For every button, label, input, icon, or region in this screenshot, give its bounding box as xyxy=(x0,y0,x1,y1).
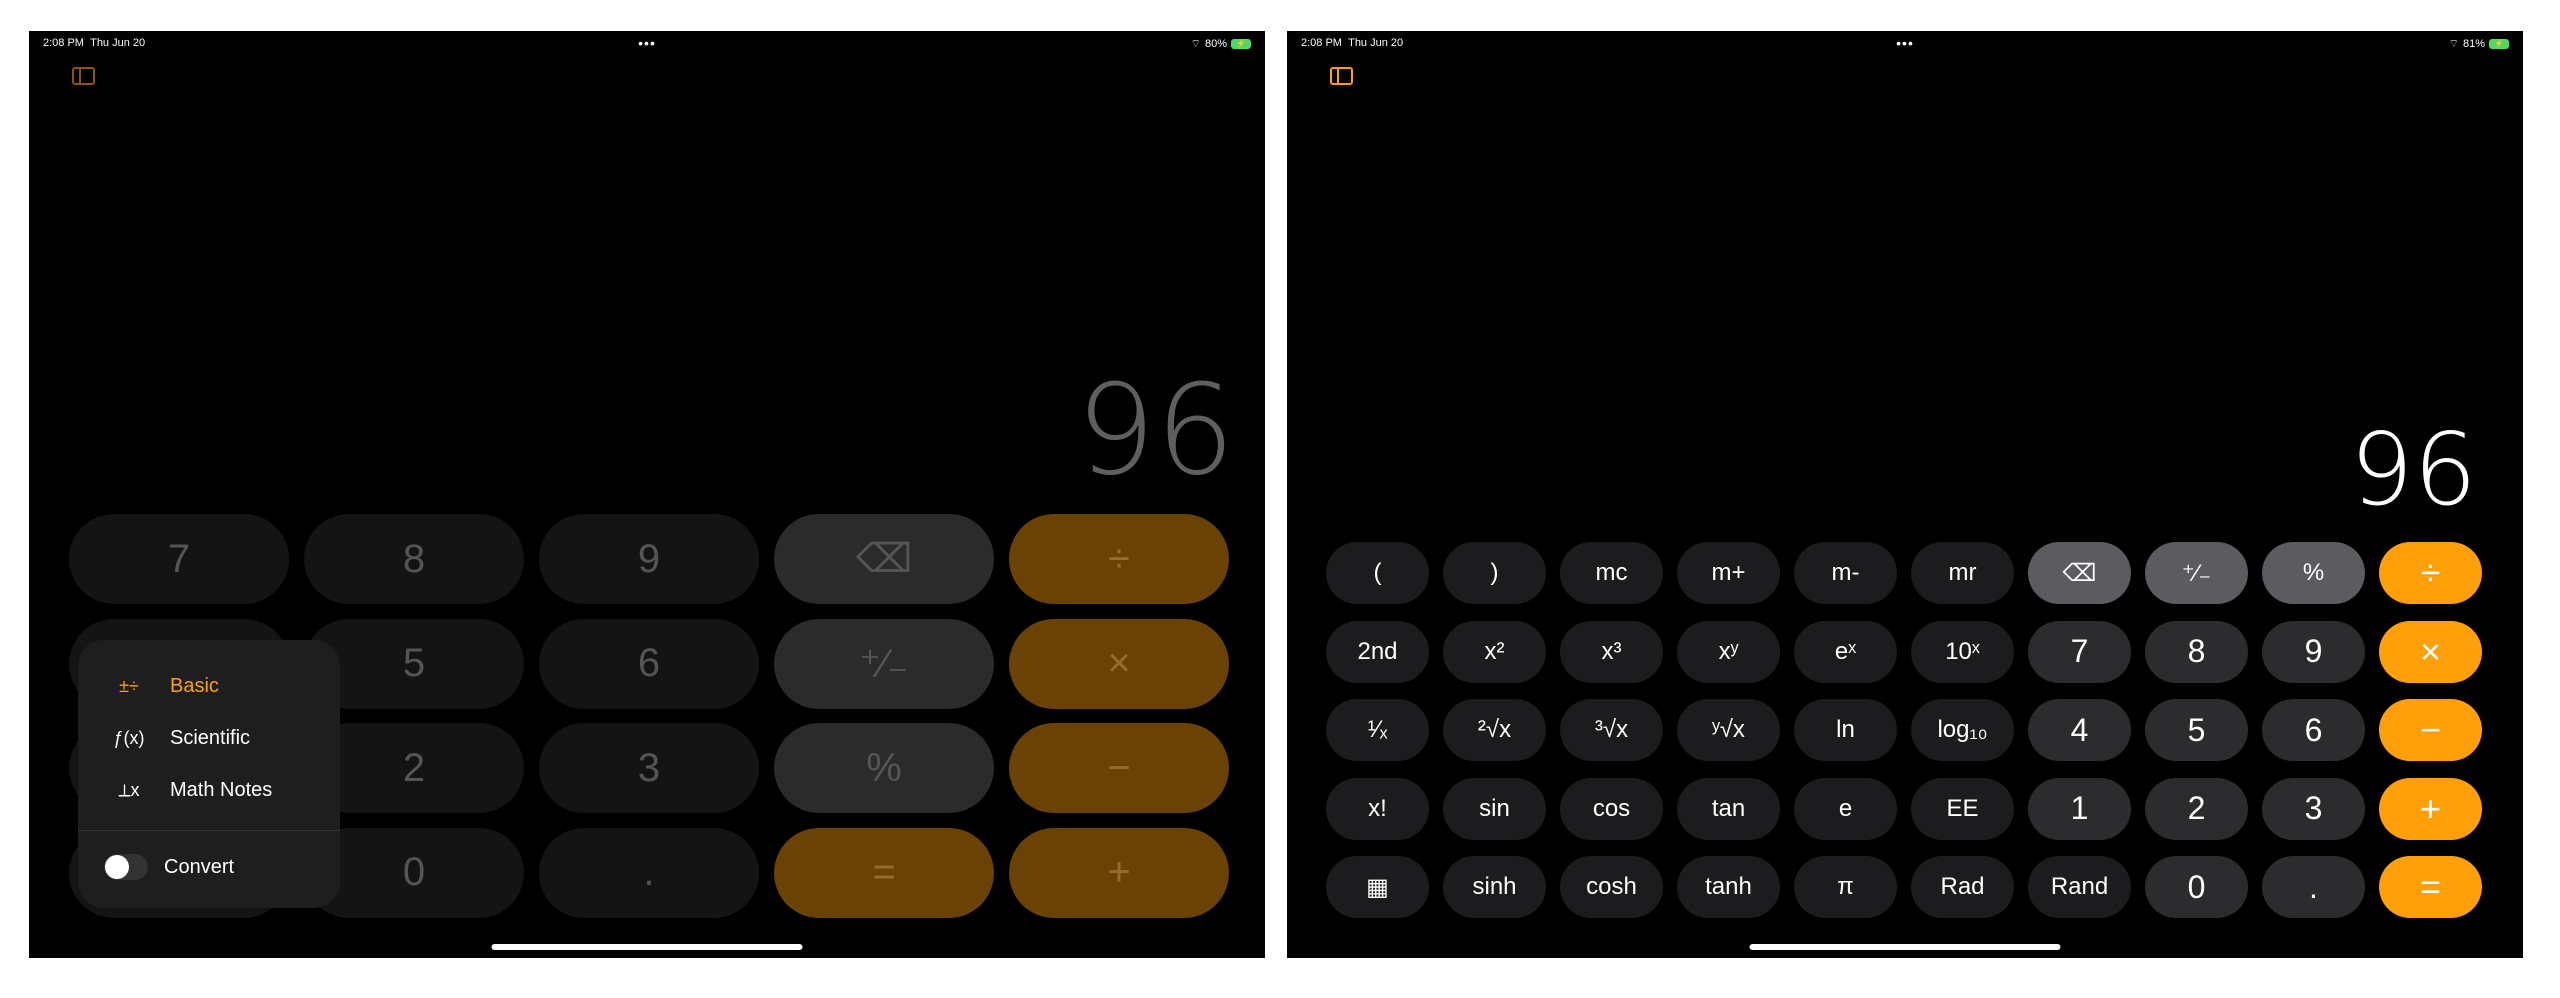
status-time: 2:08 PM Thu Jun 20 xyxy=(43,37,146,49)
key-.[interactable]: . xyxy=(2262,856,2365,918)
key-9[interactable]: 9 xyxy=(2262,620,2365,683)
key-=[interactable]: = xyxy=(2379,856,2482,918)
sidebar-toggle-icon[interactable] xyxy=(72,67,95,85)
key-ʸ√x[interactable]: ʸ√x xyxy=(1677,699,1780,761)
basic-calculator-screen: 2:08 PM Thu Jun 20 ••• ⌔ 80% ⚡ 96 7 8 9 ⌫ ÷ 5 6 ⁺… xyxy=(29,31,1265,958)
calculator-display: 96 xyxy=(2349,411,2477,528)
key-.[interactable]: . xyxy=(539,827,759,918)
key-7[interactable]: 7 xyxy=(69,514,289,604)
wifi-icon: ⌔ xyxy=(1190,38,1201,50)
key-+[interactable]: + xyxy=(2379,777,2482,840)
multiply-button[interactable]: × xyxy=(1009,618,1229,709)
key-9[interactable]: 9 xyxy=(539,514,759,604)
status-time: 2:08 PM Thu Jun 20 xyxy=(1301,37,1404,49)
key-eˣ[interactable]: eˣ xyxy=(1794,620,1897,683)
key-%[interactable]: % xyxy=(2262,542,2365,604)
key-²√x[interactable]: ²√x xyxy=(1443,699,1546,761)
key-8[interactable]: 8 xyxy=(304,514,524,604)
menu-divider xyxy=(78,830,340,831)
calculator-display: 96 xyxy=(1075,358,1235,503)
key-¹∕ₓ[interactable]: ¹∕ₓ xyxy=(1326,699,1429,761)
minus-button[interactable]: − xyxy=(1009,723,1229,813)
key-sin[interactable]: sin xyxy=(1443,777,1546,840)
key-−[interactable]: − xyxy=(2379,699,2482,761)
calculator-mode-icon[interactable]: ▦ xyxy=(1326,856,1429,918)
key-10ˣ[interactable]: 10ˣ xyxy=(1911,620,2014,683)
key-÷[interactable]: ÷ xyxy=(2379,542,2482,604)
key-m-[interactable]: m- xyxy=(1794,542,1897,604)
key-m+[interactable]: m+ xyxy=(1677,542,1780,604)
basic-operators-icon: ±÷ xyxy=(119,675,139,696)
percent-button[interactable]: % xyxy=(774,723,994,813)
sidebar-toggle-icon[interactable] xyxy=(1330,67,1353,85)
key-log₁₀[interactable]: log₁₀ xyxy=(1911,699,2014,761)
equals-button[interactable]: = xyxy=(774,827,994,918)
key-8[interactable]: 8 xyxy=(2145,620,2248,683)
calculator-mode-menu: ±÷ Basic ƒ(x) Scientific ⟂x Math Notes Conver… xyxy=(78,640,340,908)
key-Rad[interactable]: Rad xyxy=(1911,856,2014,918)
key-EE[interactable]: EE xyxy=(1911,777,2014,840)
key-e[interactable]: e xyxy=(1794,777,1897,840)
plus-button[interactable]: + xyxy=(1009,827,1229,918)
wifi-icon: ⌔ xyxy=(2448,38,2459,50)
key-)[interactable]: ) xyxy=(1443,542,1546,604)
key-2nd[interactable]: 2nd xyxy=(1326,620,1429,683)
menu-item-label: Math Notes xyxy=(170,778,273,801)
key-5[interactable]: 5 xyxy=(2145,699,2248,761)
convert-toggle-row[interactable]: Convert xyxy=(78,843,340,891)
battery-percent: 81% xyxy=(2462,38,2485,50)
convert-toggle[interactable] xyxy=(104,854,148,880)
plus-minus-button[interactable]: ⁺∕₋ xyxy=(774,618,994,709)
key-x²[interactable]: x² xyxy=(1443,620,1546,683)
key-⁺∕₋[interactable]: ⁺∕₋ xyxy=(2145,542,2248,604)
key-mc[interactable]: mc xyxy=(1560,542,1663,604)
key-tanh[interactable]: tanh xyxy=(1677,856,1780,918)
key-6[interactable]: 6 xyxy=(2262,699,2365,761)
scientific-calculator-screen: 2:08 PM Thu Jun 20 ••• ⌔ 81% ⚡ 96 () mc m+ m-… xyxy=(1287,31,2523,958)
status-bar: 2:08 PM Thu Jun 20 ••• ⌔ 80% ⚡ xyxy=(29,35,1265,55)
key-cosh[interactable]: cosh xyxy=(1560,856,1663,918)
battery-icon: ⚡ xyxy=(2489,39,2509,49)
key-4[interactable]: 4 xyxy=(2028,699,2131,761)
key-mr[interactable]: mr xyxy=(1911,542,2014,604)
key-Rand[interactable]: Rand xyxy=(2028,856,2131,918)
divide-button[interactable]: ÷ xyxy=(1009,514,1229,604)
key-0[interactable]: 0 xyxy=(2145,856,2248,918)
home-indicator[interactable] xyxy=(491,944,803,950)
battery-percent: 80% xyxy=(1204,38,1227,50)
multitasking-dots-icon[interactable]: ••• xyxy=(638,35,656,51)
key-3[interactable]: 3 xyxy=(2262,777,2365,840)
convert-label: Convert xyxy=(164,855,235,878)
key-cos[interactable]: cos xyxy=(1560,777,1663,840)
key-ln[interactable]: ln xyxy=(1794,699,1897,761)
menu-item-basic[interactable]: ±÷ Basic xyxy=(78,662,340,710)
key-x³[interactable]: x³ xyxy=(1560,620,1663,683)
key-3[interactable]: 3 xyxy=(539,723,759,813)
backspace-button[interactable]: ⌫ xyxy=(774,514,994,604)
key-2[interactable]: 2 xyxy=(2145,777,2248,840)
key-sinh[interactable]: sinh xyxy=(1443,856,1546,918)
key-x![interactable]: x! xyxy=(1326,777,1429,840)
menu-item-scientific[interactable]: ƒ(x) Scientific xyxy=(78,714,340,762)
key-([interactable]: ( xyxy=(1326,542,1429,604)
key-1[interactable]: 1 xyxy=(2028,777,2131,840)
menu-item-math-notes[interactable]: ⟂x Math Notes xyxy=(78,766,340,814)
key-×[interactable]: × xyxy=(2379,620,2482,683)
function-icon: ƒ(x) xyxy=(113,727,145,748)
math-notes-icon: ⟂x xyxy=(118,779,140,800)
key-xʸ[interactable]: xʸ xyxy=(1677,620,1780,683)
key-³√x[interactable]: ³√x xyxy=(1560,699,1663,761)
menu-item-label: Scientific xyxy=(170,726,251,749)
key-7[interactable]: 7 xyxy=(2028,620,2131,683)
multitasking-dots-icon[interactable]: ••• xyxy=(1896,35,1914,51)
status-bar: 2:08 PM Thu Jun 20 ••• ⌔ 81% ⚡ xyxy=(1287,35,2523,55)
battery-icon: ⚡ xyxy=(1231,39,1251,49)
key-π[interactable]: π xyxy=(1794,856,1897,918)
menu-item-label: Basic xyxy=(170,674,219,697)
key-⌫[interactable]: ⌫ xyxy=(2028,542,2131,604)
key-tan[interactable]: tan xyxy=(1677,777,1780,840)
key-6[interactable]: 6 xyxy=(539,618,759,709)
home-indicator[interactable] xyxy=(1749,944,2061,950)
